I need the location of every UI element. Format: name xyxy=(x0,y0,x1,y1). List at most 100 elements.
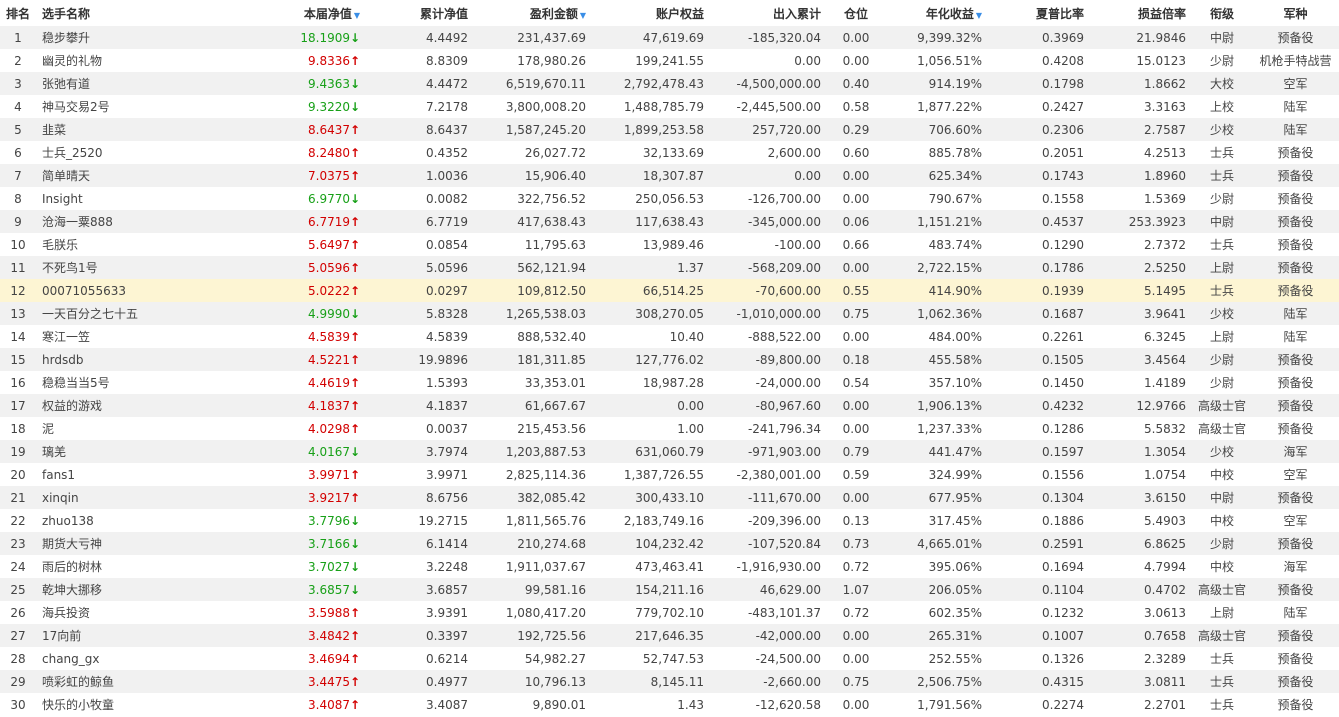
equity-cell: 66,514.25 xyxy=(642,283,704,298)
player-name[interactable]: zhuo138 xyxy=(36,509,246,532)
flow-cell: -1,010,000.00 xyxy=(736,306,822,321)
table-row[interactable]: 9 沧海一粟888 6.7719↑ 6.7719 417,638.43 117,638.4… xyxy=(0,210,1339,233)
table-row[interactable]: 18 泥 4.0298↑ 0.0037 215,453.56 1.00 -241,796.3… xyxy=(0,417,1339,440)
player-name[interactable]: 简单晴天 xyxy=(36,164,246,187)
branch-cell: 陆军 xyxy=(1283,330,1308,344)
player-name[interactable]: 幽灵的礼物 xyxy=(36,49,246,72)
table-row[interactable]: 14 寒江一笠 4.5839↑ 4.5839 888,532.40 10.40 -888,5… xyxy=(0,325,1339,348)
table-row[interactable]: 13 一天百分之七十五 4.9990↓ 5.8328 1,265,538.03 308,2… xyxy=(0,302,1339,325)
rank-cell: 14 xyxy=(10,329,26,344)
table-row[interactable]: 17 权益的游戏 4.1837↑ 4.1837 61,667.67 0.00 -80,967… xyxy=(0,394,1339,417)
table-row[interactable]: 3 张弛有道 9.4363↓ 4.4472 6,519,670.11 2,792,478.… xyxy=(0,72,1339,95)
sort-down-icon[interactable]: ▼ xyxy=(580,11,586,20)
player-name[interactable]: 喷彩虹的鲸鱼 xyxy=(36,670,246,693)
cum-nav-cell: 0.0082 xyxy=(426,191,468,206)
sharpe-cell: 0.4232 xyxy=(1042,398,1084,413)
sharpe-cell: 0.2306 xyxy=(1042,122,1084,137)
table-row[interactable]: 27 17向前 3.4842↑ 0.3397 192,725.56 217,646.35-… xyxy=(0,624,1339,647)
table-row[interactable]: 19 璃羌 4.0167↓ 3.7974 1,203,887.53 631,060.79-… xyxy=(0,440,1339,463)
profit-cell: 1,265,538.03 xyxy=(505,306,586,321)
player-name[interactable]: 毛朕乐 xyxy=(36,233,246,256)
player-name[interactable]: xinqin xyxy=(36,486,246,509)
player-name[interactable]: fans1 xyxy=(36,463,246,486)
arrow-up-icon: ↑ xyxy=(350,421,361,436)
table-row[interactable]: 10 毛朕乐 5.6497↑ 0.0854 11,795.63 13,989.46 -100… xyxy=(0,233,1339,256)
profit-cell: 99,581.16 xyxy=(524,582,586,597)
player-name[interactable]: 权益的游戏 xyxy=(36,394,246,417)
player-name[interactable]: 雨后的树林 xyxy=(36,555,246,578)
player-name[interactable]: 张弛有道 xyxy=(36,72,246,95)
table-row[interactable]: 4 神马交易2号 9.3220↓ 7.2178 3,800,008.20 1,488,78… xyxy=(0,95,1339,118)
player-name[interactable]: 稳稳当当5号 xyxy=(36,371,246,394)
table-row[interactable]: 7 简单晴天 7.0375↑ 1.0036 15,906.40 18,307.87 0.00… xyxy=(0,164,1339,187)
player-name[interactable]: 不死鸟1号 xyxy=(36,256,246,279)
table-row[interactable]: 8 Insight 6.9770↓ 0.0082 322,756.52 250,056.5… xyxy=(0,187,1339,210)
player-name[interactable]: hrdsdb xyxy=(36,348,246,371)
player-name[interactable]: 一天百分之七十五 xyxy=(36,302,246,325)
player-name[interactable]: 神马交易2号 xyxy=(36,95,246,118)
player-name[interactable]: 17向前 xyxy=(36,624,246,647)
weekly-nav-cell: 5.0222↑ xyxy=(246,279,366,302)
branch-cell: 空军 xyxy=(1283,77,1308,91)
player-name[interactable]: 士兵_2520 xyxy=(36,141,246,164)
player-name[interactable]: 期货大亏神 xyxy=(36,532,246,555)
header-profit[interactable]: 盈利金额 ▼ xyxy=(474,0,592,26)
header-rank-title: 衔级 xyxy=(1209,6,1234,21)
profit-cell: 9,890.01 xyxy=(532,697,586,712)
rank-title-cell: 士兵 xyxy=(1209,698,1234,712)
table-row[interactable]: 26 海兵投资 3.5988↑ 3.9391 1,080,417.20 779,702.1… xyxy=(0,601,1339,624)
player-name[interactable]: Insight xyxy=(36,187,246,210)
table-row[interactable]: 23 期货大亏神 3.7166↓ 6.1414 210,274.68 104,232.42… xyxy=(0,532,1339,555)
rank-cell: 21 xyxy=(10,490,26,505)
table-row[interactable]: 22 zhuo138 3.7796↓ 19.2715 1,811,565.76 2,183… xyxy=(0,509,1339,532)
player-name[interactable]: 寒江一笠 xyxy=(36,325,246,348)
table-row[interactable]: 21 xinqin 3.9217↑ 8.6756 382,085.42 300,433.1… xyxy=(0,486,1339,509)
sharpe-cell: 0.1597 xyxy=(1042,444,1084,459)
arrow-up-icon: ↑ xyxy=(350,628,361,643)
player-name[interactable]: 海兵投资 xyxy=(36,601,246,624)
player-name[interactable]: 稳步攀升 xyxy=(36,26,246,49)
table-row[interactable]: 16 稳稳当当5号 4.4619↑ 1.5393 33,353.01 18,987.28-… xyxy=(0,371,1339,394)
player-name[interactable]: chang_gx xyxy=(36,647,246,670)
rank-title-cell: 少尉 xyxy=(1209,376,1234,390)
table-row[interactable]: 30 快乐的小牧童 3.4087↑ 3.4087 9,890.01 1.43 -12,620… xyxy=(0,693,1339,716)
table-row[interactable]: 5 韭菜 8.6437↑ 8.6437 1,587,245.20 1,899,253.58… xyxy=(0,118,1339,141)
pl-ratio-cell: 3.4564 xyxy=(1144,352,1186,367)
ranking-table: 排名 选手名称 本届净值 ▼ 累计净值 盈利金额 ▼ 账户权益 出入累计 仓位 年化… xyxy=(0,0,1339,716)
annual-cell: 395.06% xyxy=(928,559,982,574)
cum-nav-cell: 4.4472 xyxy=(426,76,468,91)
table-row[interactable]: 6 士兵_2520 8.2480↑ 0.4352 26,027.72 32,133.69 2… xyxy=(0,141,1339,164)
pl-ratio-cell: 3.3163 xyxy=(1144,99,1186,114)
rank-cell: 7 xyxy=(14,168,22,183)
table-row[interactable]: 12 00071055633 5.0222↑ 0.0297 109,812.50 66,5… xyxy=(0,279,1339,302)
cum-nav-cell: 4.1837 xyxy=(426,398,468,413)
table-row[interactable]: 1 稳步攀升 18.1909↓ 4.4492 231,437.69 47,619.69 -1… xyxy=(0,26,1339,49)
table-row[interactable]: 24 雨后的树林 3.7027↓ 3.2248 1,911,037.67 473,463.… xyxy=(0,555,1339,578)
player-name[interactable]: 乾坤大挪移 xyxy=(36,578,246,601)
table-row[interactable]: 28 chang_gx 3.4694↑ 0.6214 54,982.27 52,747.5… xyxy=(0,647,1339,670)
table-row[interactable]: 20 fans1 3.9971↑ 3.9971 2,825,114.36 1,387,72… xyxy=(0,463,1339,486)
player-name[interactable]: 快乐的小牧童 xyxy=(36,693,246,716)
table-row[interactable]: 11 不死鸟1号 5.0596↑ 5.0596 562,121.94 1.37 -568,2… xyxy=(0,256,1339,279)
position-cell: 0.72 xyxy=(842,559,870,574)
player-name[interactable]: 沧海一粟888 xyxy=(36,210,246,233)
flow-cell: -2,660.00 xyxy=(763,674,821,689)
profit-cell: 2,825,114.36 xyxy=(505,467,586,482)
player-name[interactable]: 璃羌 xyxy=(36,440,246,463)
player-name[interactable]: 泥 xyxy=(36,417,246,440)
header-weekly-nav[interactable]: 本届净值 ▼ xyxy=(246,0,366,26)
flow-cell: -345,000.00 xyxy=(747,214,821,229)
arrow-up-icon: ↑ xyxy=(350,237,361,252)
table-row[interactable]: 2 幽灵的礼物 9.8336↑ 8.8309 178,980.26 199,241.55 0… xyxy=(0,49,1339,72)
header-annual[interactable]: 年化收益 ▼ xyxy=(885,0,988,26)
table-row[interactable]: 25 乾坤大挪移 3.6857↓ 3.6857 99,581.16 154,211.16 4… xyxy=(0,578,1339,601)
sort-down-icon[interactable]: ▼ xyxy=(354,11,360,20)
sort-down-icon[interactable]: ▼ xyxy=(976,11,982,20)
player-name[interactable]: 00071055633 xyxy=(36,279,246,302)
player-name[interactable]: 韭菜 xyxy=(36,118,246,141)
table-row[interactable]: 29 喷彩虹的鲸鱼 3.4475↑ 0.4977 10,796.13 8,145.11 -2… xyxy=(0,670,1339,693)
table-row[interactable]: 15 hrdsdb 4.5221↑ 19.9896 181,311.85 127,776.… xyxy=(0,348,1339,371)
position-cell: 0.13 xyxy=(842,513,870,528)
profit-cell: 15,906.40 xyxy=(524,168,586,183)
rank-cell: 4 xyxy=(14,99,22,114)
